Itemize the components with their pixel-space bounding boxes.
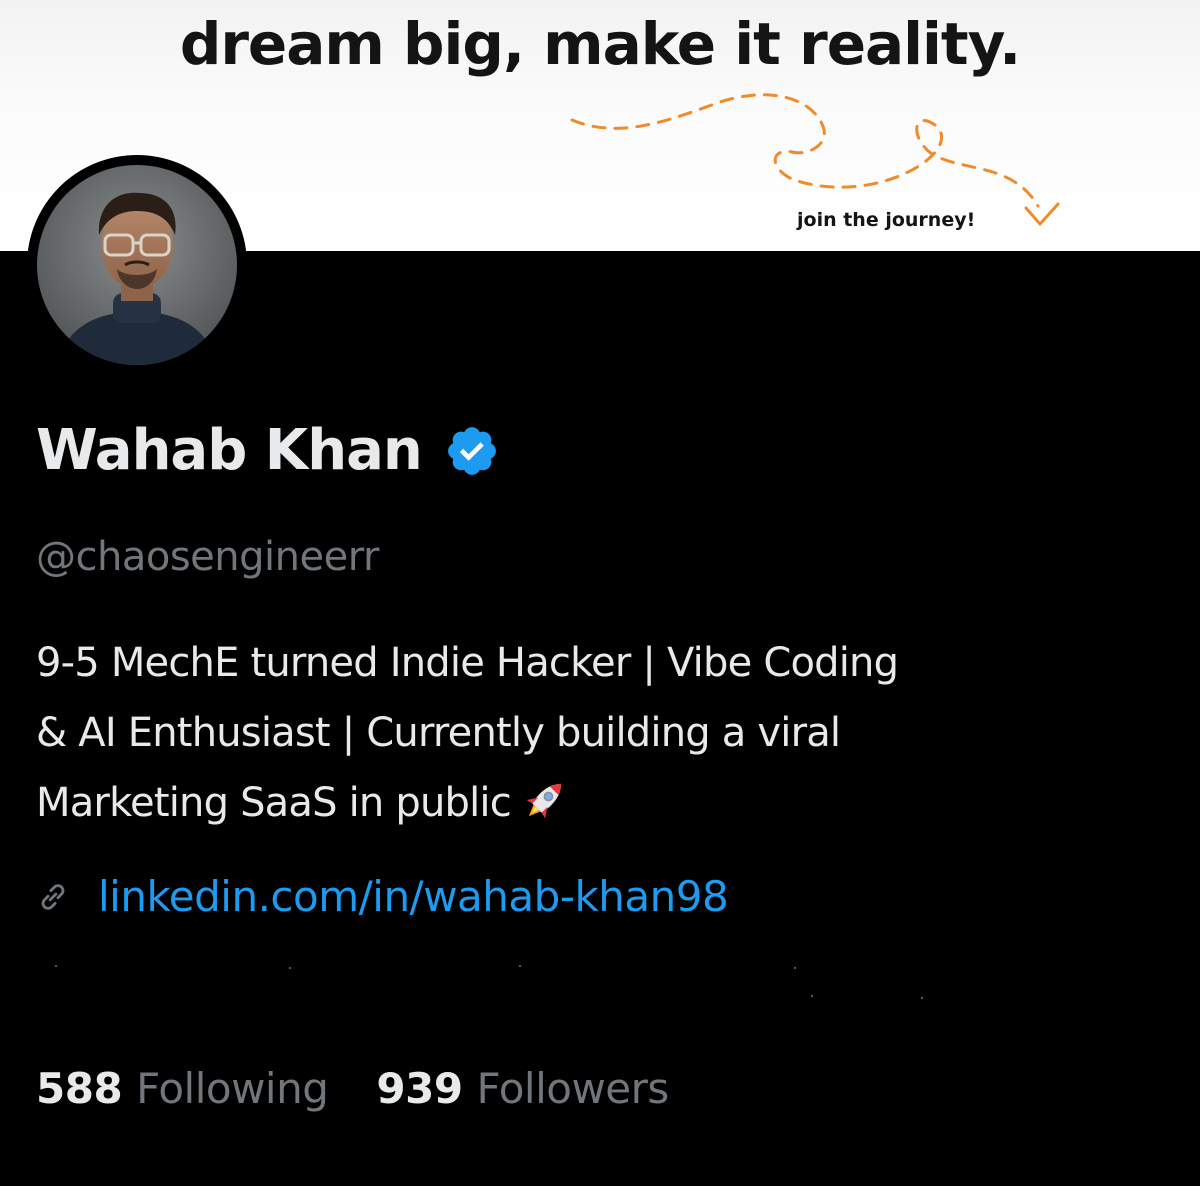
profile-bio: 9-5 MechE turned Indie Hacker | Vibe Cod… — [36, 628, 1166, 838]
followers-label: Followers — [476, 1064, 670, 1113]
banner-headline: dream big, make it reality. — [179, 10, 1021, 78]
profile-page: dream big, make it reality. join the jou… — [0, 0, 1200, 1186]
user-handle: @chaosengineerr — [36, 534, 379, 580]
bio-line-text: Marketing SaaS in public — [36, 780, 512, 826]
display-name: Wahab Khan — [36, 418, 423, 483]
name-row: Wahab Khan — [36, 418, 500, 483]
profile-website-link[interactable]: linkedin.com/in/wahab-khan98 — [98, 872, 729, 921]
follow-stats: 588 Following 939 Followers — [36, 1064, 669, 1113]
profile-photo — [37, 165, 237, 365]
rocket-emoji — [526, 783, 562, 819]
banner-cta-text: join the journey! — [797, 209, 976, 231]
followers-stat[interactable]: 939 Followers — [376, 1064, 670, 1113]
following-count: 588 — [36, 1064, 123, 1113]
following-label: Following — [136, 1064, 329, 1113]
bio-line: & AI Enthusiast | Currently building a v… — [36, 710, 841, 756]
following-stat[interactable]: 588 Following — [36, 1064, 329, 1113]
link-icon — [41, 883, 65, 910]
verified-badge-icon[interactable] — [444, 423, 500, 479]
avatar[interactable] — [27, 155, 247, 375]
bio-line-last: Marketing SaaS in public — [36, 768, 1166, 838]
bio-line: 9-5 MechE turned Indie Hacker | Vibe Cod… — [36, 640, 899, 686]
followers-count: 939 — [376, 1064, 463, 1113]
profile-link-row: linkedin.com/in/wahab-khan98 — [36, 872, 729, 921]
decorative-specks — [54, 964, 924, 1000]
